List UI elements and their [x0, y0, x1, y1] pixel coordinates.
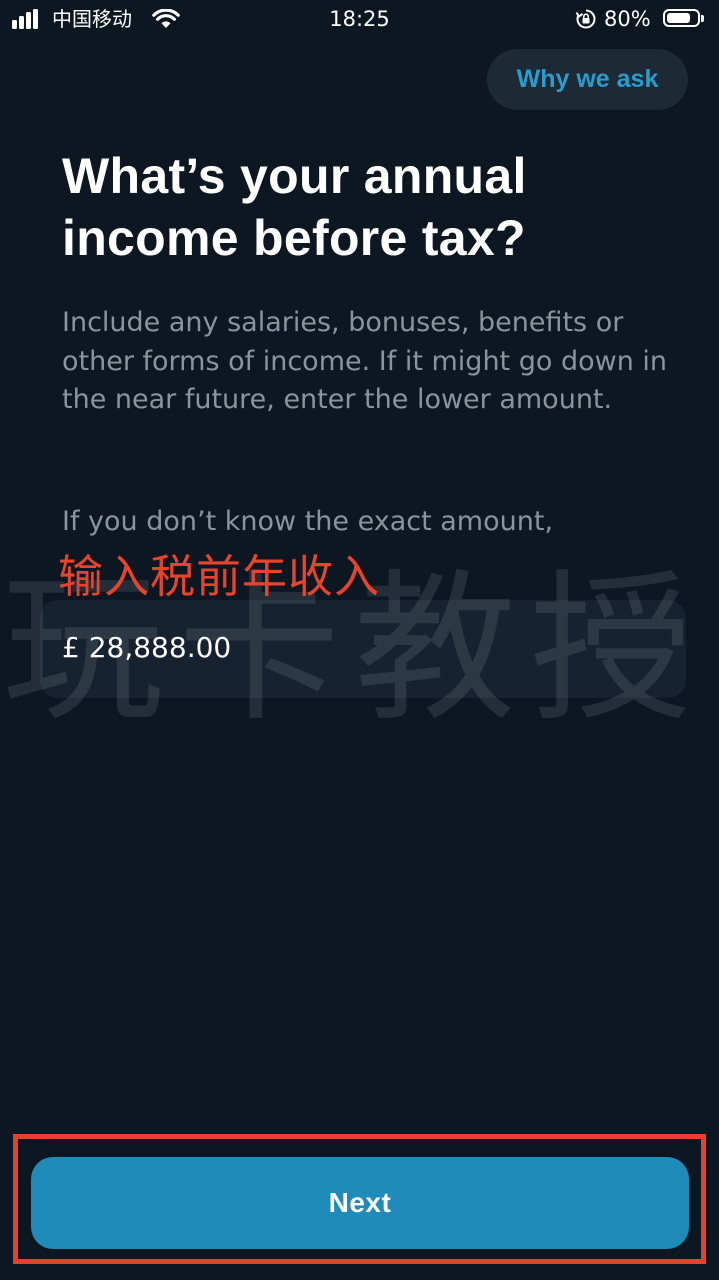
- income-hint: If you don’t know the exact amount,: [62, 506, 554, 537]
- battery-icon: [663, 9, 700, 27]
- annotation-highlight-box: [13, 1134, 706, 1264]
- status-bar: 中国移动 18:25 80%: [0, 0, 719, 40]
- income-description: Include any salaries, bonuses, benefits …: [62, 307, 668, 415]
- battery-level: [667, 13, 690, 23]
- battery-terminal: [701, 15, 704, 22]
- annotation-text: 输入税前年收入: [58, 550, 381, 603]
- orientation-lock-icon: [575, 9, 596, 29]
- why-we-ask-button[interactable]: Why we ask: [487, 49, 688, 110]
- page-title: What’s your annual income before tax?: [62, 148, 527, 266]
- battery-percentage: 80%: [604, 7, 651, 31]
